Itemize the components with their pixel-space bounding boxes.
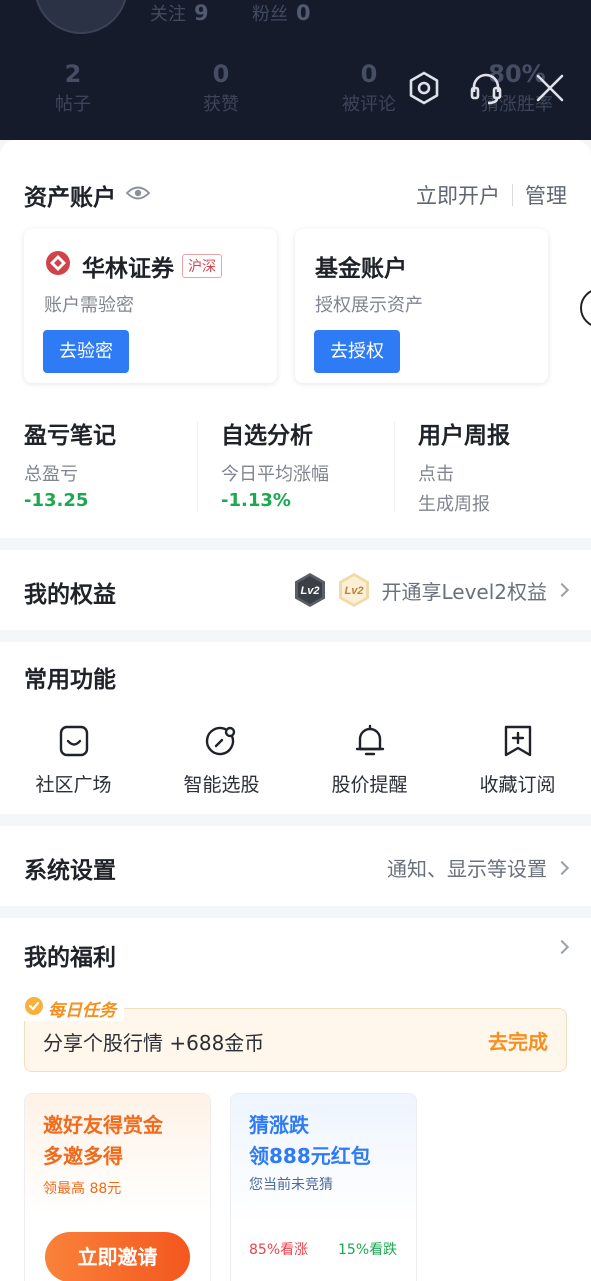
functions-title: 常用功能 xyxy=(24,667,116,693)
chevron-right-icon xyxy=(554,860,570,875)
settings-entry[interactable]: 通知、显示等设置 xyxy=(387,853,570,882)
asset-section: 资产账户 立即开户 管理 华林证券 沪深 账户需验密 去验密 基金账户 授权展示… xyxy=(0,140,591,538)
broker-logo-icon xyxy=(44,249,72,283)
invite-button[interactable]: 立即邀请 xyxy=(45,1232,190,1281)
authorize-button[interactable]: 去授权 xyxy=(314,330,400,373)
market-tag: 沪深 xyxy=(182,254,222,278)
divider xyxy=(394,422,395,512)
pnl-notes[interactable]: 盈亏笔记 总盈亏 -13.25 xyxy=(24,416,116,511)
coin-icon xyxy=(24,996,44,1021)
more-accounts-button[interactable] xyxy=(580,288,591,328)
weekly-report[interactable]: 用户周报 点击 生成周报 xyxy=(418,416,510,516)
broker-status: 账户需验密 xyxy=(44,295,134,316)
daily-task-label: 每日任务 xyxy=(24,996,124,1021)
follow-stat[interactable]: 关注 9 xyxy=(150,0,209,26)
divider xyxy=(512,184,513,206)
bell-icon xyxy=(355,724,384,756)
complete-task-button[interactable]: 去完成 xyxy=(488,1026,548,1055)
verify-password-button[interactable]: 去验密 xyxy=(43,330,129,373)
customer-service-icon[interactable] xyxy=(466,68,506,108)
welfare-title: 我的福利 xyxy=(24,945,116,971)
function-stock-picker[interactable]: 智能选股 xyxy=(148,724,295,797)
eye-icon[interactable] xyxy=(125,182,151,208)
welfare-more[interactable] xyxy=(547,939,570,955)
rights-title: 我的权益 xyxy=(24,582,116,608)
bullish-percent: 85%看涨 xyxy=(249,1242,309,1258)
profile-header: 关注 9 粉丝 0 2 帖子 0 获赞 0 被评论 80% 猜涨胜率 xyxy=(0,0,591,140)
bookmark-icon xyxy=(504,725,531,757)
level2-entry[interactable]: Lv2 Lv2 开通享Level2权益 xyxy=(293,572,570,608)
settings-section[interactable]: 系统设置 通知、显示等设置 xyxy=(0,826,591,906)
asset-links: 立即开户 管理 xyxy=(416,180,567,210)
stock-picker-icon xyxy=(205,726,235,756)
fund-account-status: 授权展示资产 xyxy=(315,295,423,316)
settings-title: 系统设置 xyxy=(24,858,116,884)
svg-text:Lv2: Lv2 xyxy=(301,585,320,597)
avatar[interactable] xyxy=(34,0,128,34)
functions-section: 常用功能 社区广场 智能选股 股价提醒 收藏订阅 xyxy=(0,642,591,814)
invite-promo-card[interactable]: 邀好友得赏金 多邀多得 领最高 88元 立即邀请 xyxy=(24,1093,211,1281)
chevron-right-icon xyxy=(554,582,570,598)
close-icon[interactable] xyxy=(530,68,570,108)
task-text: 分享个股行情 +688金币 xyxy=(43,1031,265,1055)
stat-likes[interactable]: 0 获赞 xyxy=(166,60,276,116)
community-icon xyxy=(59,725,88,757)
fund-account-name: 基金账户 xyxy=(315,256,407,282)
broker-name: 华林证券 沪深 xyxy=(44,249,222,283)
level2-gold-badge-icon: Lv2 xyxy=(339,573,370,607)
open-account-link[interactable]: 立即开户 xyxy=(416,180,500,210)
fund-account-card[interactable]: 基金账户 授权展示资产 去授权 xyxy=(295,229,548,383)
manage-link[interactable]: 管理 xyxy=(525,180,567,210)
main-content: 资产账户 立即开户 管理 华林证券 沪深 账户需验密 去验密 基金账户 授权展示… xyxy=(0,140,591,1281)
welfare-section: 我的福利 分享个股行情 +688金币 去完成 每日任务 邀好友得赏金 多邀多得 … xyxy=(0,918,591,1281)
broker-account-card[interactable]: 华林证券 沪深 账户需验密 去验密 xyxy=(24,229,277,383)
divider xyxy=(197,422,198,512)
stat-posts[interactable]: 2 帖子 xyxy=(18,60,128,116)
bearish-percent: 15%看跌 xyxy=(338,1242,398,1258)
fans-stat[interactable]: 粉丝 0 xyxy=(252,0,311,26)
level2-action-text: 开通享Level2权益 xyxy=(381,579,547,604)
chevron-right-icon xyxy=(554,939,570,955)
svg-text:Lv2: Lv2 xyxy=(345,585,364,597)
level2-dark-badge-icon: Lv2 xyxy=(295,573,326,607)
function-favorites[interactable]: 收藏订阅 xyxy=(444,724,591,797)
rights-section[interactable]: 我的权益 Lv2 Lv2 开通享Level2权益 xyxy=(0,550,591,630)
guess-promo-card[interactable]: 猜涨跌 领888元红包 您当前未竞猜 85%看涨 15%看跌 xyxy=(230,1093,417,1281)
watchlist-analysis[interactable]: 自选分析 今日平均涨幅 -1.13% xyxy=(221,416,329,511)
function-price-alert[interactable]: 股价提醒 xyxy=(296,724,443,797)
function-community[interactable]: 社区广场 xyxy=(0,724,147,797)
asset-title: 资产账户 xyxy=(24,178,151,212)
settings-icon[interactable] xyxy=(404,68,444,108)
